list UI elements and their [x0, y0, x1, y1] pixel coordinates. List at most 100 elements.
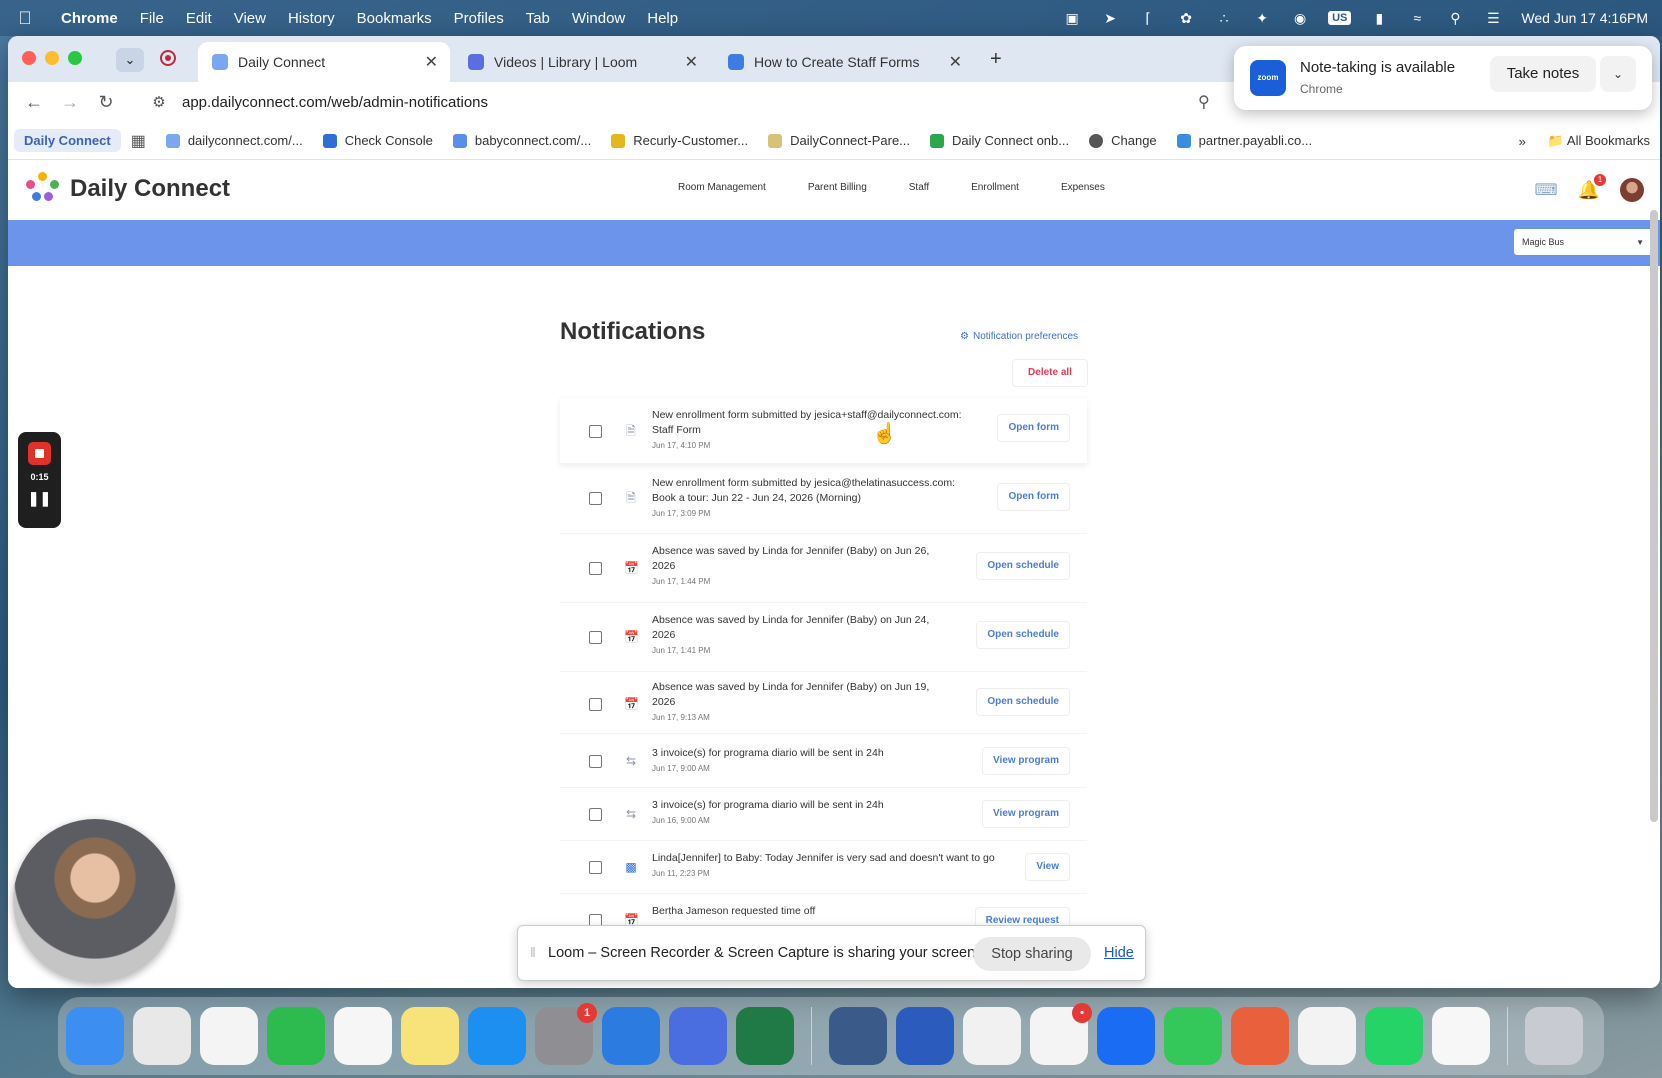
chatgpt-icon[interactable] — [1432, 1007, 1490, 1065]
menu-view[interactable]: View — [223, 10, 277, 27]
files-icon[interactable] — [602, 1007, 660, 1065]
user-circle-icon[interactable]: ◉ — [1290, 10, 1310, 26]
drag-handle-icon[interactable]: ‖ — [530, 944, 536, 960]
tab-staff-forms[interactable]: How to Create Staff Forms ✕ — [714, 42, 974, 82]
messages-icon[interactable] — [1164, 1007, 1222, 1065]
view-button[interactable]: View — [1026, 854, 1069, 880]
clock[interactable]: Wed Jun 17 4:16PM — [1521, 10, 1648, 26]
wifi-icon[interactable]: ≈ — [1407, 10, 1427, 26]
thermometer-icon[interactable]: ⌈ — [1138, 10, 1158, 26]
finder-icon[interactable] — [66, 1007, 124, 1065]
menu-window[interactable]: Window — [561, 10, 636, 27]
url-text[interactable]: app.dailyconnect.com/web/admin-notificat… — [182, 94, 488, 111]
open-schedule-button[interactable]: Open schedule — [977, 553, 1069, 579]
menu-help[interactable]: Help — [636, 10, 689, 27]
notification-row[interactable]: 📅 Absence was saved by Linda for Jennife… — [560, 603, 1087, 672]
nav-enrollment[interactable]: Enrollment — [971, 182, 1019, 193]
bookmark-babyconnect[interactable]: babyconnect.com/... — [443, 133, 601, 148]
row-checkbox[interactable] — [589, 425, 602, 438]
bell-icon[interactable]: 🔔 1 — [1578, 173, 1606, 201]
row-checkbox[interactable] — [589, 492, 602, 505]
notification-row[interactable]: 🗎 New enrollment form submitted by jesic… — [560, 464, 1087, 534]
forward-arrow-icon[interactable]: → — [52, 92, 88, 113]
bookmark-dailyconnect[interactable]: dailyconnect.com/... — [156, 133, 313, 148]
nav-staff[interactable]: Staff — [909, 182, 929, 193]
apple-icon[interactable]:  — [0, 8, 50, 29]
notification-row[interactable]: ⇆ 3 invoice(s) for programa diario will … — [560, 788, 1087, 841]
notification-row[interactable]: 📅 Absence was saved by Linda for Jennife… — [560, 534, 1087, 603]
hide-link[interactable]: Hide — [1104, 945, 1134, 961]
cast-icon[interactable]: ➤ — [1100, 10, 1120, 26]
trash-icon[interactable] — [1525, 1007, 1583, 1065]
row-checkbox[interactable] — [589, 631, 602, 644]
zoom-icon[interactable] — [1097, 1007, 1155, 1065]
bookmark-payabli[interactable]: partner.payabli.co... — [1167, 133, 1322, 148]
nav-parent-billing[interactable]: Parent Billing — [808, 182, 867, 193]
open-schedule-button[interactable]: Open schedule — [977, 622, 1069, 648]
view-program-button[interactable]: View program — [983, 748, 1069, 774]
screenshot-icon[interactable] — [829, 1007, 887, 1065]
notification-row[interactable]: 🗎 New enrollment form submitted by jesic… — [560, 398, 1087, 464]
whatsapp-icon[interactable] — [1365, 1007, 1423, 1065]
reload-icon[interactable]: ↻ — [88, 92, 124, 113]
notification-row[interactable]: 📅 Absence was saved by Linda for Jennife… — [560, 672, 1087, 734]
menu-profiles[interactable]: Profiles — [443, 10, 515, 27]
close-window-button[interactable] — [22, 51, 36, 65]
stop-sharing-button[interactable]: Stop sharing — [973, 937, 1091, 971]
page-scrollbar[interactable] — [1650, 210, 1658, 822]
bookmark-dailyconnect-parent[interactable]: DailyConnect-Pare... — [758, 133, 920, 148]
nav-expenses[interactable]: Expenses — [1061, 182, 1105, 193]
all-bookmarks-folder[interactable]: 📁 All Bookmarks — [1548, 133, 1650, 149]
photos-icon[interactable] — [200, 1007, 258, 1065]
row-checkbox[interactable] — [589, 698, 602, 711]
new-tab-plus-icon[interactable]: + — [990, 48, 1002, 71]
row-checkbox[interactable] — [589, 861, 602, 874]
bookmark-check-console[interactable]: Check Console — [313, 133, 443, 148]
open-form-button[interactable]: Open form — [998, 484, 1069, 510]
back-arrow-icon[interactable]: ← — [16, 92, 52, 113]
sparkle-icon[interactable]: ✦ — [1252, 10, 1272, 26]
claude-icon[interactable] — [1231, 1007, 1289, 1065]
more-bookmarks-chevron-icon[interactable]: » — [1519, 134, 1526, 149]
close-tab-icon[interactable]: ✕ — [685, 52, 698, 72]
daily-connect-logo[interactable]: Daily Connect — [22, 172, 230, 206]
bookmark-recurly[interactable]: Recurly-Customer... — [601, 133, 758, 148]
bookmark-daily-connect-group[interactable]: Daily Connect — [14, 129, 121, 152]
open-form-button[interactable]: Open form — [998, 415, 1069, 441]
asana-icon[interactable] — [1298, 1007, 1356, 1065]
close-tab-icon[interactable]: ✕ — [425, 52, 438, 72]
menu-edit[interactable]: Edit — [175, 10, 223, 27]
input-source-badge[interactable]: US — [1328, 11, 1352, 25]
notes-icon[interactable] — [401, 1007, 459, 1065]
delete-all-button[interactable]: Delete all — [1013, 360, 1087, 386]
chrome-icon[interactable] — [963, 1007, 1021, 1065]
bookmark-change[interactable]: Change — [1079, 133, 1167, 148]
menu-tab[interactable]: Tab — [515, 10, 561, 27]
webcam-bubble[interactable] — [13, 819, 177, 983]
tab-daily-connect[interactable]: Daily Connect ✕ — [198, 42, 450, 82]
row-checkbox[interactable] — [589, 808, 602, 821]
app-store-icon[interactable] — [468, 1007, 526, 1065]
excel-icon[interactable] — [736, 1007, 794, 1065]
tab-search-chevron-down-icon[interactable]: ⌄ — [116, 48, 144, 72]
launchpad-icon[interactable] — [133, 1007, 191, 1065]
menu-bookmarks[interactable]: Bookmarks — [346, 10, 443, 27]
battery-icon[interactable]: ▮ — [1369, 10, 1389, 26]
open-schedule-button[interactable]: Open schedule — [977, 689, 1069, 715]
chevron-down-icon[interactable]: ⌄ — [1600, 56, 1636, 92]
user-avatar[interactable] — [1620, 178, 1644, 202]
menu-file[interactable]: File — [129, 10, 175, 27]
stop-recording-icon[interactable] — [28, 442, 51, 465]
site-settings-icon[interactable]: ⚙ — [148, 93, 170, 111]
help-chat-icon[interactable]: ⌨ — [1534, 180, 1557, 200]
notification-preferences-link[interactable]: ⚙ Notification preferences — [960, 331, 1078, 342]
slack-icon[interactable]: • — [1030, 1003, 1092, 1065]
notification-row[interactable]: ▩ Linda[Jennifer] to Baby: Today Jennife… — [560, 841, 1087, 894]
openai-icon[interactable]: ✿ — [1176, 10, 1196, 26]
close-tab-icon[interactable]: ✕ — [949, 52, 962, 72]
spotlight-icon[interactable]: ⚲ — [1445, 10, 1465, 26]
row-checkbox[interactable] — [589, 755, 602, 768]
preview-icon[interactable] — [669, 1007, 727, 1065]
reminders-icon[interactable] — [334, 1007, 392, 1065]
address-bar[interactable]: ⚙ app.dailyconnect.com/web/admin-notific… — [148, 85, 1208, 119]
